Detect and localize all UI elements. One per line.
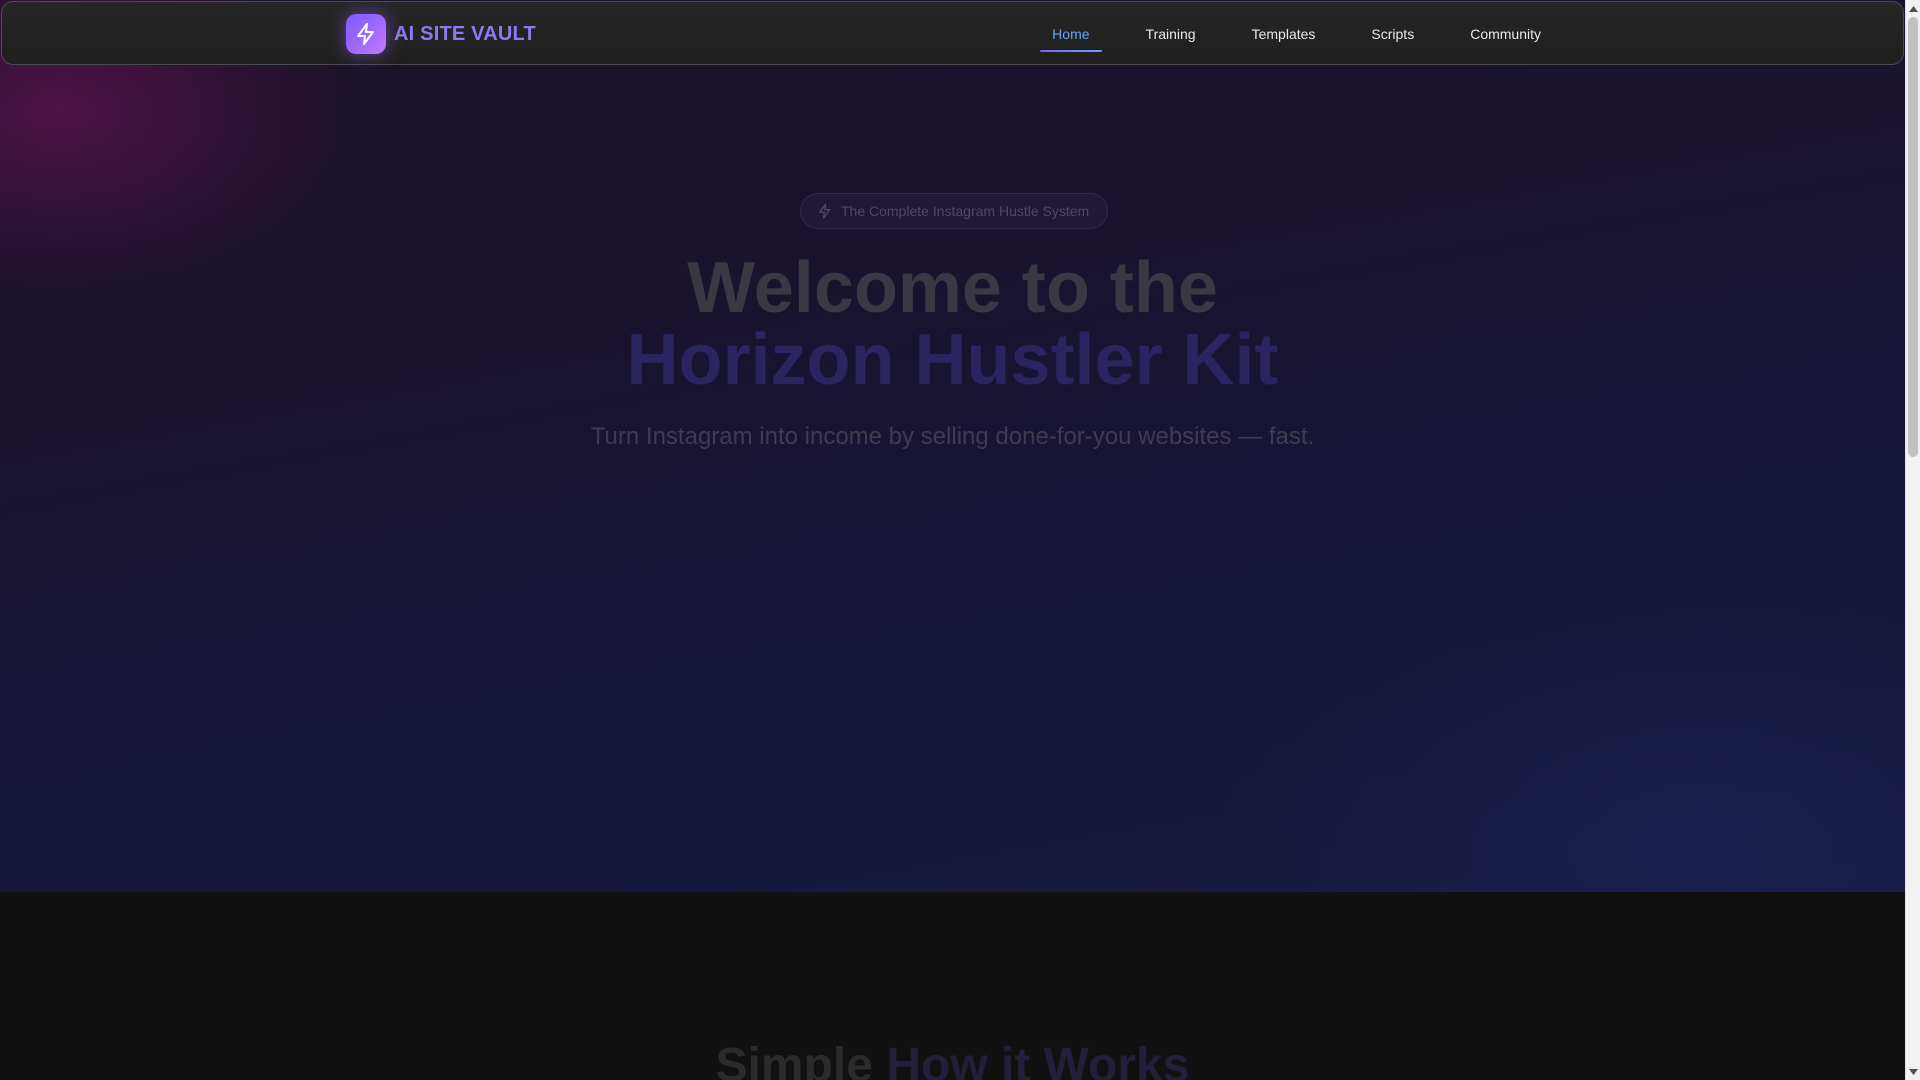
brand-logo [346,14,386,54]
how-it-works-title: Simple How it Works [0,1038,1905,1080]
lightning-bolt-icon [819,203,831,219]
nav-link-home[interactable]: Home [1040,2,1102,66]
lightning-bolt-icon [357,23,374,45]
nav-link-training[interactable]: Training [1134,2,1208,66]
hero-badge: The Complete Instagram Hustle System [800,193,1109,229]
page: The Complete Instagram Hustle System Wel… [0,0,1905,1080]
how-it-works-title-part2: How it Works [886,1039,1190,1080]
vertical-scrollbar[interactable] [1905,0,1920,1080]
hero-title: Welcome to the Horizon Hustler Kit [0,252,1905,396]
nav-link-templates[interactable]: Templates [1240,2,1328,66]
hero-title-line2: Horizon Hustler Kit [626,320,1279,400]
top-navbar: AI SITE VAULT Home Training Templates Sc… [1,1,1904,65]
scrollbar-thumb[interactable] [1908,17,1918,457]
nav-links: Home Training Templates Scripts Communit… [1008,2,1553,66]
hero-section: The Complete Instagram Hustle System Wel… [0,0,1905,892]
hero-title-line1: Welcome to the [687,248,1218,328]
hero-subtitle: Turn Instagram into income by selling do… [590,423,1315,450]
nav-link-community[interactable]: Community [1458,2,1553,66]
brand-link[interactable]: AI SITE VAULT [346,14,536,54]
scroll-up-arrow-icon[interactable] [1906,0,1920,17]
hero-badge-text: The Complete Instagram Hustle System [841,203,1090,219]
scroll-down-arrow-icon[interactable] [1906,1063,1920,1080]
brand-name: AI SITE VAULT [394,22,536,45]
how-it-works-title-part1: Simple [715,1039,873,1080]
nav-link-scripts[interactable]: Scripts [1359,2,1426,66]
